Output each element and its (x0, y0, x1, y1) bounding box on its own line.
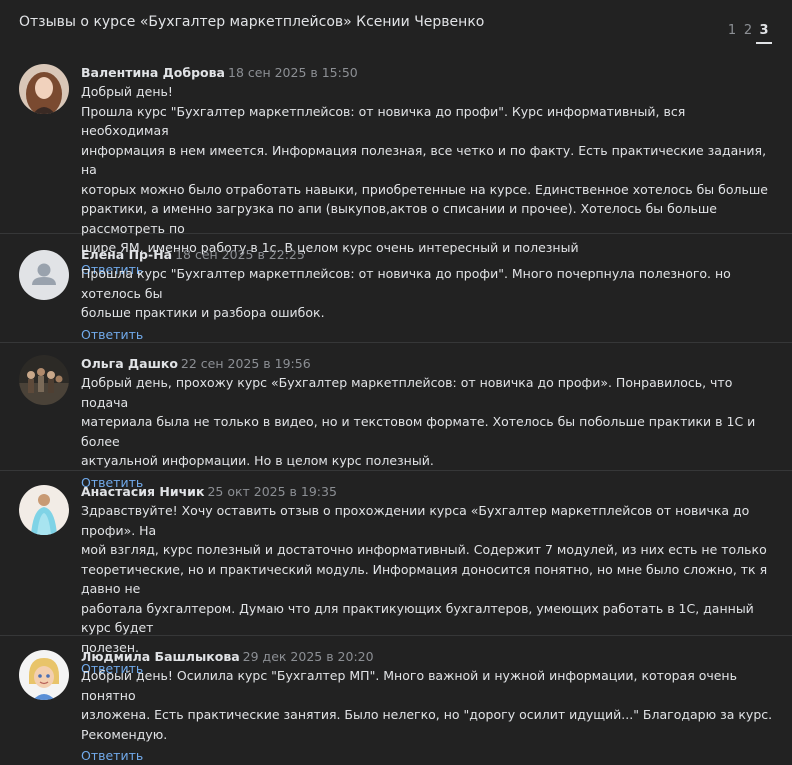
comment-author[interactable]: Анастасия Ничик (81, 484, 204, 499)
comment-item: Елена Пр-На 18 сен 2025 в 22:25 Прошла ку… (0, 234, 792, 343)
avatar[interactable] (19, 650, 69, 700)
reviews-header: Отзывы о курсе «Бухгалтер маркетплейсов»… (0, 0, 792, 52)
comment-date[interactable]: 25 окт 2025 в 19:35 (207, 484, 336, 499)
comment-item: Ольга Дашко 22 сен 2025 в 19:56 Добрый де… (0, 343, 792, 490)
page-link-3-current[interactable]: 3 (756, 23, 772, 44)
comment-author[interactable]: Ольга Дашко (81, 356, 178, 371)
cartoon-avatar-icon (19, 650, 69, 700)
comment-text: Добрый день! Прошла курс "Бухгалтер марк… (81, 84, 768, 255)
page-link-2[interactable]: 2 (740, 23, 756, 44)
comment-date[interactable]: 22 сен 2025 в 19:56 (181, 356, 311, 371)
comment-author[interactable]: Елена Пр-На (81, 247, 172, 262)
comment-author[interactable]: Валентина Доброва (81, 65, 225, 80)
avatar[interactable] (19, 250, 69, 300)
comment-date[interactable]: 18 сен 2025 в 22:25 (175, 247, 305, 262)
reply-button[interactable]: Ответить (81, 326, 143, 344)
comment-item: Анастасия Ничик 25 окт 2025 в 19:35 Здрав… (0, 471, 792, 676)
user-photo-icon (19, 485, 69, 535)
page-link-1[interactable]: 1 (724, 23, 740, 44)
default-user-icon (19, 250, 69, 300)
comment-date[interactable]: 29 дек 2025 в 20:20 (243, 649, 374, 664)
comment-author[interactable]: Людмила Башлыкова (81, 649, 240, 664)
comment-text: Добрый день! Осилила курс "Бухгалтер МП"… (81, 668, 773, 742)
comment-text: Здравствуйте! Хочу оставить отзыв о прох… (81, 503, 768, 655)
comment-item: Валентина Доброва 18 сен 2025 в 15:50 Доб… (0, 52, 792, 277)
comment-text: Прошла курс "Бухгалтер маркетплейсов: от… (81, 266, 731, 320)
page-title: Отзывы о курсе «Бухгалтер маркетплейсов»… (19, 14, 485, 30)
user-photo-icon (19, 64, 69, 114)
pagination: 1 2 3 (724, 23, 772, 44)
group-photo-icon (19, 355, 69, 405)
avatar[interactable] (19, 485, 69, 535)
comment-text: Добрый день, прохожу курс «Бухгалтер мар… (81, 375, 756, 468)
avatar[interactable] (19, 355, 69, 405)
avatar[interactable] (19, 64, 69, 114)
comment-date[interactable]: 18 сен 2025 в 15:50 (228, 65, 358, 80)
reply-button[interactable]: Ответить (81, 747, 143, 765)
comment-item: Людмила Башлыкова 29 дек 2025 в 20:20 Доб… (0, 636, 792, 763)
